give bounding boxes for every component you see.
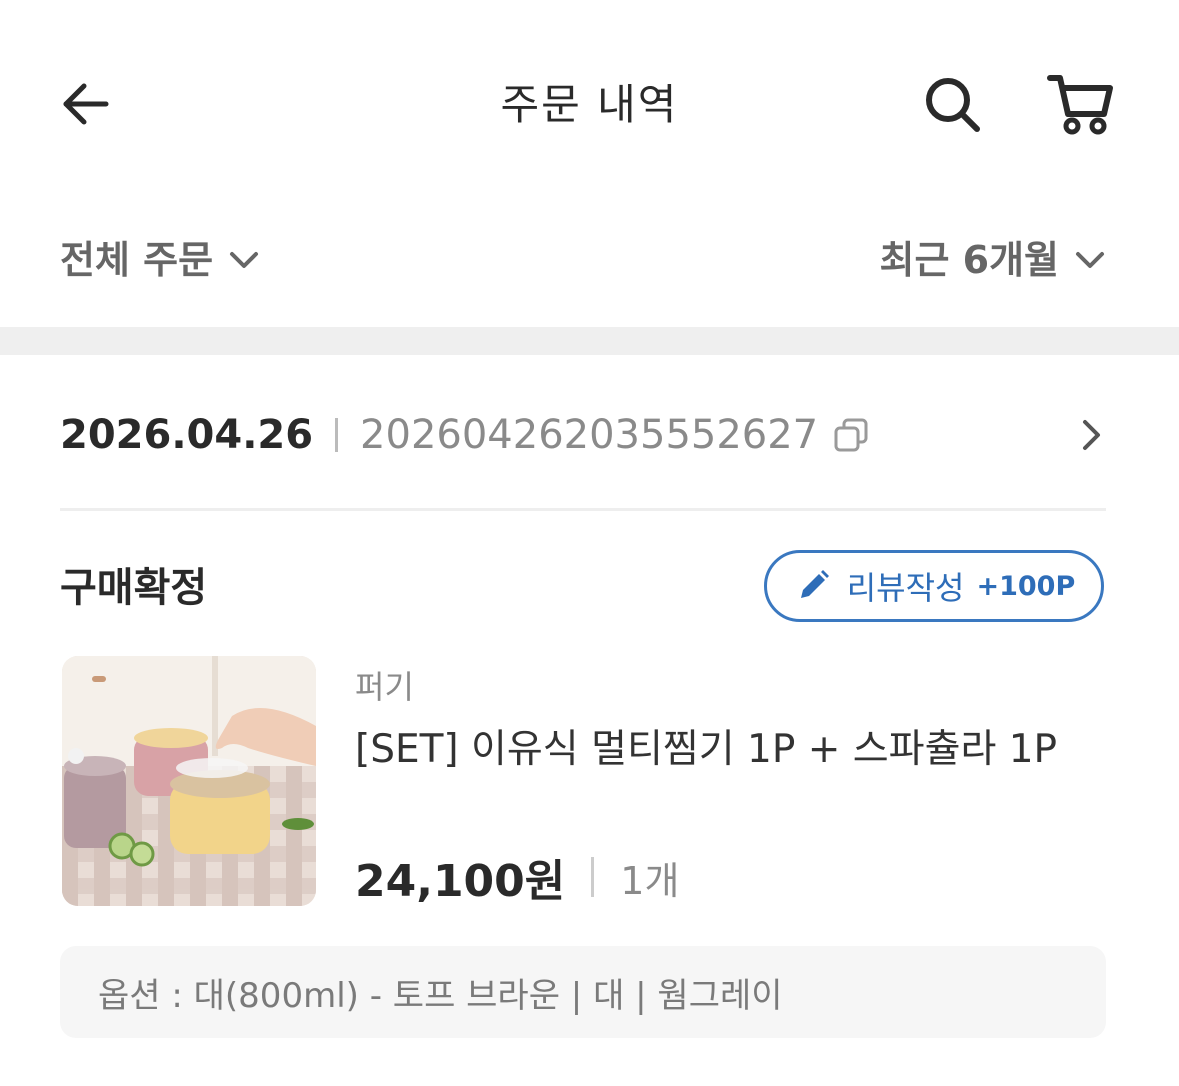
period-filter[interactable]: 최근 6개월 [879, 230, 1107, 290]
divider [60, 508, 1106, 511]
option-text: 옵션 : 대(800ml) - 토프 브라운 | 대 | 웜그레이 [98, 975, 783, 1016]
search-button[interactable] [918, 70, 986, 138]
product-price: 24,100원 [355, 856, 566, 907]
product-thumbnail[interactable] [62, 656, 316, 906]
product-quantity: 1개 [620, 858, 680, 903]
order-type-label: 전체 주문 [60, 238, 214, 282]
order-status: 구매확정 [60, 565, 208, 611]
write-review-button[interactable]: 리뷰작성 +100P [764, 550, 1104, 622]
price-row: 24,100원 1개 [355, 845, 679, 909]
chevron-down-icon [227, 243, 261, 277]
cart-icon [1047, 75, 1113, 135]
product-name[interactable]: [SET] 이유식 멀티찜기 1P + 스파츌라 1P [355, 722, 1057, 778]
chevron-down-icon [1073, 243, 1107, 277]
section-divider-band [0, 327, 1179, 355]
period-label: 최근 6개월 [879, 238, 1059, 282]
product-brand: 퍼기 [355, 668, 414, 706]
pencil-icon [793, 566, 833, 606]
chevron-right-icon[interactable] [1076, 405, 1106, 465]
separator [591, 857, 595, 897]
separator [335, 418, 339, 452]
order-number: 20260426203555​2627 [360, 412, 819, 458]
cart-button[interactable] [1044, 68, 1116, 140]
review-label: 리뷰작성 [846, 569, 965, 607]
search-icon [926, 78, 980, 132]
product-option: 옵션 : 대(800ml) - 토프 브라운 | 대 | 웜그레이 [60, 946, 1106, 1038]
review-points: +100P [976, 570, 1076, 602]
order-header[interactable]: 2026.04.26 20260426203555​2627 [60, 405, 1106, 465]
copy-icon[interactable] [832, 416, 870, 454]
order-type-filter[interactable]: 전체 주문 [60, 230, 261, 290]
page-title: 주문 내역 [500, 80, 679, 129]
order-date: 2026.04.26 [60, 412, 314, 458]
